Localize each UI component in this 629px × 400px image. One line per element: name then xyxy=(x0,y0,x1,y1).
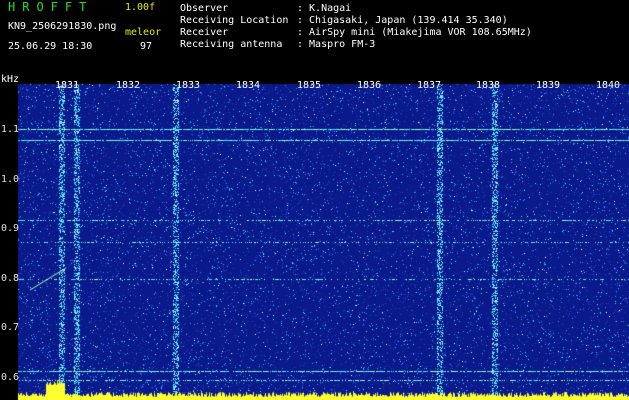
y-tick-label: 1.1 xyxy=(1,124,20,135)
x-tick-label: 1836 xyxy=(357,80,382,91)
spectrogram-canvas xyxy=(0,72,629,400)
x-tick-label: 1833 xyxy=(176,80,201,91)
detection-label: meleor xyxy=(125,27,162,38)
app-version: 1.00f xyxy=(125,2,156,13)
x-tick-label: 1840 xyxy=(596,80,621,91)
x-tick-label: 1831 xyxy=(55,80,80,91)
file-name: KN9_2506291830.png xyxy=(8,21,117,32)
y-axis-unit: kHz xyxy=(1,74,20,85)
datetime-label: 25.06.29 18:30 xyxy=(8,41,93,52)
observer-label: Observer xyxy=(180,3,229,14)
y-tick-label: 0.6 xyxy=(1,372,20,383)
antenna-value: : Maspro FM-3 xyxy=(297,39,376,50)
receiver-value: : AirSpy mini (Miakejima VOR 108.65MHz) xyxy=(297,27,532,38)
count-value: 97 xyxy=(140,41,153,52)
observer-value: : K.Nagai xyxy=(297,3,352,14)
spectrogram-panel: kHz 1.1 1.0 0.9 0.8 0.7 0.6 1831 1832 18… xyxy=(0,72,629,400)
receiver-label: Receiver xyxy=(180,27,229,38)
y-tick-label: 1.0 xyxy=(1,174,20,185)
x-tick-label: 1838 xyxy=(476,80,501,91)
app-name: HROFFT xyxy=(8,0,94,14)
y-tick-label: 0.8 xyxy=(1,273,20,284)
header-panel: HROFFT 1.00f KN9_2506291830.png meleor 2… xyxy=(0,0,629,72)
x-tick-label: 1839 xyxy=(536,80,561,91)
y-tick-label: 0.9 xyxy=(1,223,20,234)
x-tick-label: 1835 xyxy=(297,80,322,91)
location-label: Receiving Location xyxy=(180,15,289,26)
antenna-label: Receiving antenna xyxy=(180,39,283,50)
y-tick-label: 0.7 xyxy=(1,322,20,333)
x-tick-label: 1837 xyxy=(417,80,442,91)
location-value: : Chigasaki, Japan (139.414 35.340) xyxy=(297,15,508,26)
x-tick-label: 1834 xyxy=(236,80,261,91)
x-tick-label: 1832 xyxy=(116,80,141,91)
